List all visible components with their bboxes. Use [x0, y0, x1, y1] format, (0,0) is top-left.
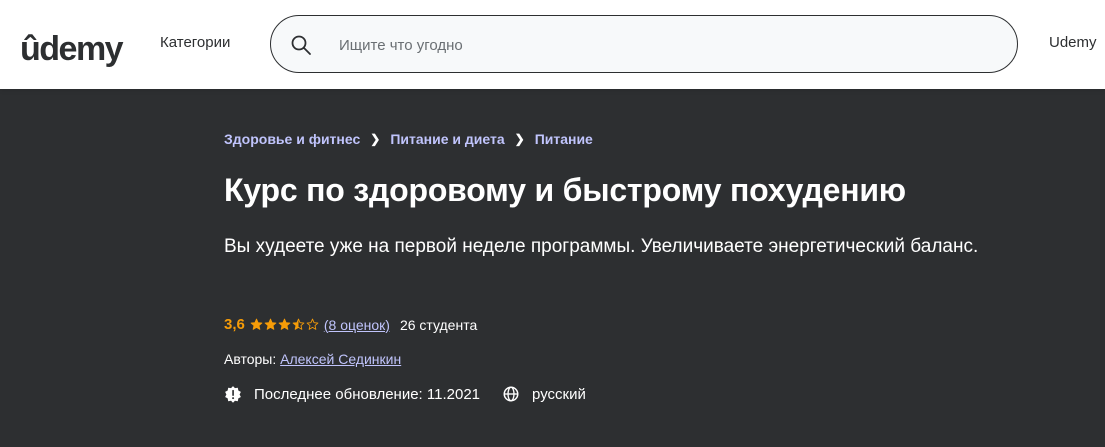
- categories-menu[interactable]: Категории: [160, 34, 230, 51]
- authors-label: Авторы:: [224, 351, 281, 367]
- star-empty-icon: [306, 318, 319, 330]
- authors-row: Авторы: Алексей Сединкин: [224, 351, 401, 367]
- star-full-icon: [264, 318, 277, 330]
- breadcrumb-item-health-fitness[interactable]: Здоровье и фитнес: [224, 131, 360, 147]
- udemy-logo[interactable]: ûdemy: [20, 22, 124, 68]
- rating-value: 3,6: [224, 316, 245, 333]
- author-link[interactable]: Алексей Сединкин: [280, 351, 401, 367]
- globe-icon: [503, 386, 519, 402]
- rating-stars: [250, 318, 320, 331]
- search-bar[interactable]: [270, 15, 1018, 74]
- udemy-business-link[interactable]: Udemy: [1049, 34, 1097, 51]
- course-title: Курс по здоровому и быстрому похудению: [224, 172, 906, 208]
- logo-text: ûdemy: [20, 30, 124, 68]
- star-full-icon: [250, 318, 263, 330]
- search-input[interactable]: [337, 16, 1001, 74]
- course-subtitle: Вы худеете уже на первой неделе программ…: [224, 236, 979, 257]
- students-count: 26 студента: [399, 316, 478, 333]
- chevron-right-icon: ❯: [514, 132, 525, 146]
- star-full-icon: [278, 318, 291, 330]
- chevron-right-icon: ❯: [370, 132, 381, 146]
- breadcrumb: Здоровье и фитнес ❯ Питание и диета ❯ Пи…: [224, 131, 593, 147]
- star-half-icon: [292, 318, 305, 330]
- meta-row: Последнее обновление: 11.2021 русский: [224, 385, 586, 403]
- search-icon[interactable]: [289, 33, 313, 57]
- alert-badge-icon: [225, 386, 241, 403]
- language: русский: [532, 385, 586, 403]
- breadcrumb-item-nutrition[interactable]: Питание: [535, 131, 593, 147]
- top-header: ûdemy Категории Udemy: [0, 0, 1105, 89]
- last-updated: Последнее обновление: 11.2021: [254, 385, 481, 403]
- breadcrumb-item-nutrition-diet[interactable]: Питание и диета: [390, 131, 504, 147]
- rating-row: 3,6 (8 оценок) 26 студента: [224, 316, 477, 333]
- reviews-link[interactable]: (8 оценок): [324, 317, 390, 333]
